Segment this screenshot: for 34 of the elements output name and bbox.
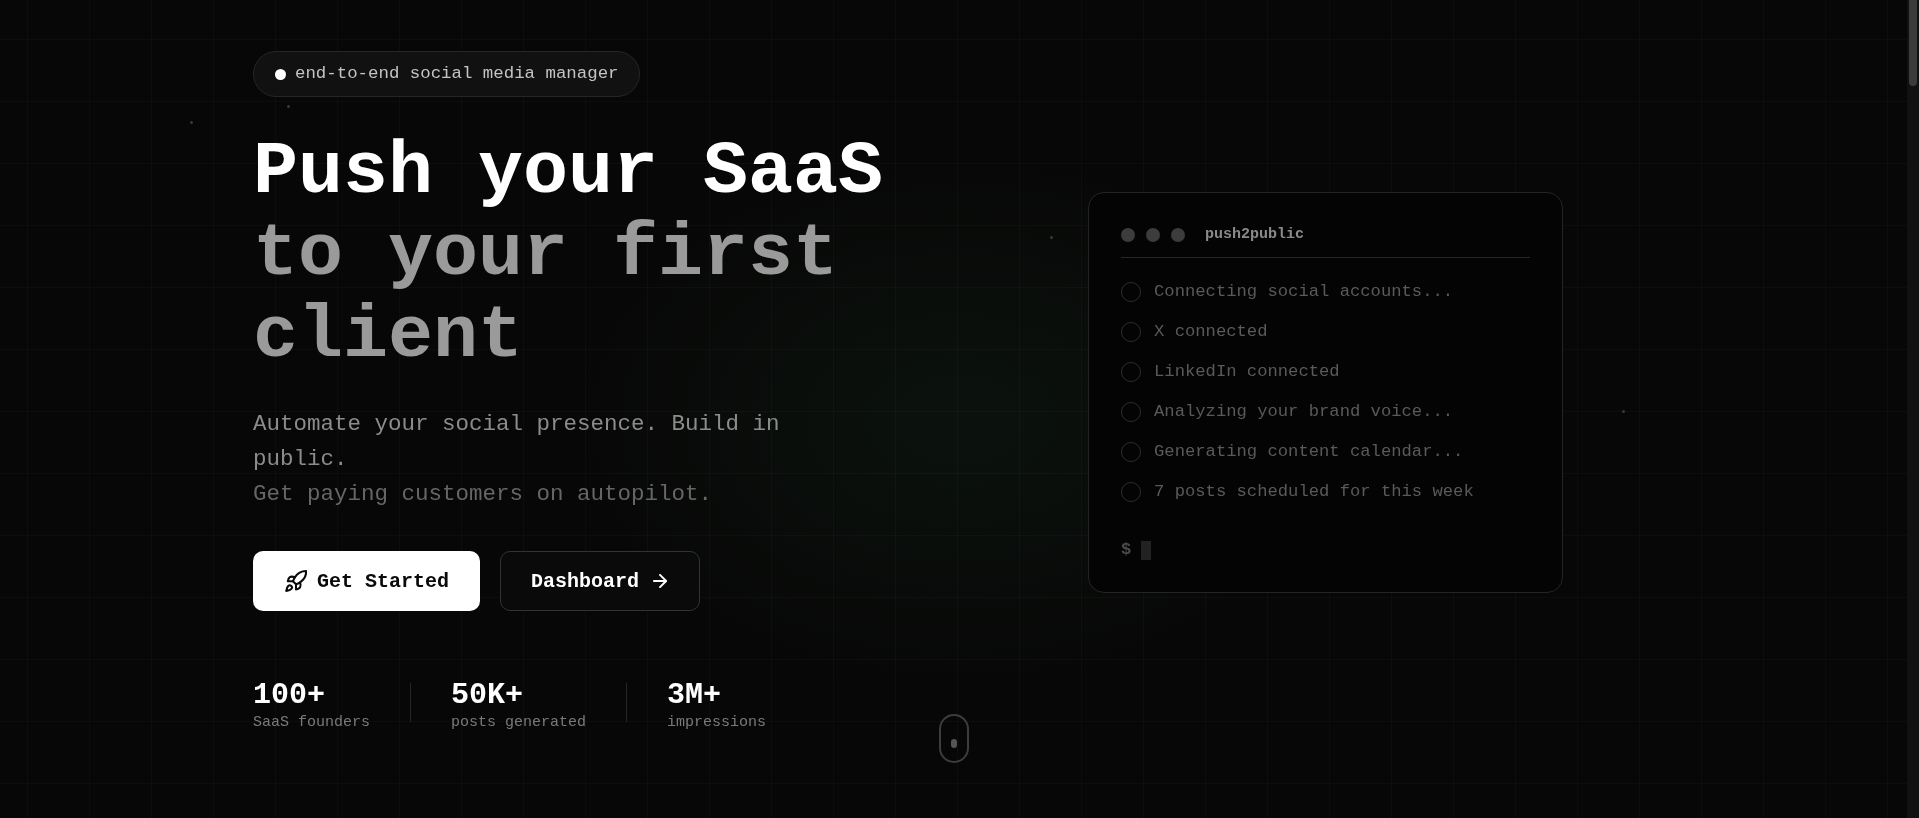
primary-button[interactable]: Get Started	[253, 551, 481, 611]
dot-icon	[1050, 236, 1053, 239]
dot-icon	[287, 105, 290, 108]
stat-label: impressions	[667, 713, 767, 733]
stat-value: 3M+	[667, 677, 722, 713]
dot-icon	[275, 68, 286, 80]
prompt-symbol: $	[1121, 540, 1132, 560]
step-text: Generating content calendar...	[1154, 441, 1464, 463]
scrollbar-thumb[interactable]	[1909, 0, 1917, 86]
window-control-icon[interactable]	[1121, 228, 1135, 242]
subtitle-note: Get paying customers on autopilot.	[253, 480, 714, 509]
subtitle-text: Automate your social presence. Build in public.	[253, 410, 781, 474]
window-control-icon[interactable]	[1171, 228, 1185, 242]
mouse-scroll-icon	[938, 714, 969, 763]
rocket-icon	[285, 570, 307, 592]
badge-text: end-to-end social media manager	[295, 63, 619, 85]
terminal-title: push2public	[1205, 225, 1305, 245]
step-text: LinkedIn connected	[1154, 361, 1340, 383]
stat-value: 100+	[253, 677, 325, 713]
step-text: 7 posts scheduled for this week	[1154, 481, 1474, 503]
step-text: Connecting social accounts...	[1154, 281, 1454, 303]
secondary-button[interactable]: Dashboard	[500, 551, 701, 611]
stat-value: 50K+	[451, 677, 524, 713]
headline-lead: Push your SaaS	[253, 132, 885, 214]
step-text: Analyzing your brand voice...	[1154, 401, 1454, 423]
dot-icon	[1622, 410, 1625, 413]
stat-label: SaaS founders	[253, 713, 371, 733]
dot-icon	[190, 121, 193, 124]
window-control-icon[interactable]	[1146, 228, 1160, 242]
arrow-right-icon	[653, 574, 668, 588]
text-cursor-icon	[1141, 540, 1152, 560]
stat-label: posts generated	[451, 713, 587, 733]
headline-tail: to your first client	[253, 214, 840, 378]
step-text: X connected	[1154, 321, 1268, 343]
